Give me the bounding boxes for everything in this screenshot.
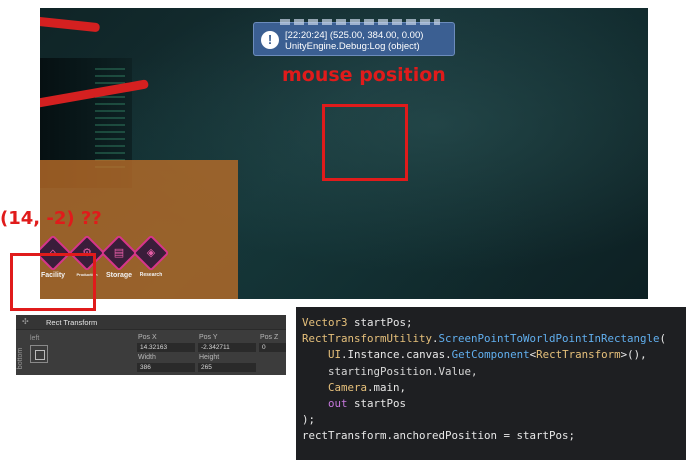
anchor-left-label: left (30, 335, 40, 342)
code-token: UI (328, 348, 342, 362)
code-token: out (328, 397, 348, 411)
mouse-position-label: mouse position (282, 64, 446, 86)
research-icon: ◈ (132, 234, 170, 272)
pos-z-label: Pos Z (260, 334, 279, 341)
code-token: ScreenPointToWorldPointInRectangle (438, 332, 660, 346)
hud-button-research[interactable]: ◈ Research (132, 234, 170, 278)
code-token: main, (373, 380, 407, 394)
code-token: startPos; (347, 316, 413, 329)
anchor-bottom-label: bottom (17, 347, 25, 370)
pos-y-label: Pos Y (199, 334, 218, 341)
pos-x-label: Pos X (138, 334, 157, 341)
code-line: Camera.main, (328, 380, 407, 394)
code-token: RectTransform (536, 348, 621, 362)
hud-label: Research (139, 272, 163, 278)
code-snippet: Vector3 startPos; RectTransformUtility.S… (296, 307, 686, 460)
code-line: out startPos (302, 397, 406, 410)
code-line: Vector3 startPos; (302, 316, 413, 329)
height-label: Height (199, 354, 220, 361)
hud-button-storage[interactable]: ▤ Storage (100, 234, 138, 279)
pos-x-field[interactable]: 14.32163 (137, 343, 195, 352)
width-field[interactable]: 386 (137, 363, 195, 372)
height-field[interactable]: 265 (198, 363, 256, 372)
code-token: anchoredPosition (393, 429, 498, 443)
code-token: startPos (347, 397, 407, 411)
code-token: RectTransformUtility (302, 332, 433, 346)
code-line: UI.Instance.canvas.GetComponent<RectTran… (328, 348, 647, 362)
move-tool-icon: ✣ (22, 317, 29, 326)
code-token: Vector3 (302, 316, 348, 329)
code-token: Camera (328, 380, 368, 394)
previous-log-line (280, 19, 440, 25)
pos-z-field[interactable]: 0 (259, 343, 286, 352)
result-position-box (10, 253, 96, 311)
code-line: rectTransform.anchoredPosition = startPo… (302, 429, 576, 443)
log-line-1: [22:20:24] (525.00, 384.00, 0.00) (285, 30, 424, 41)
code-token: GetComponent (451, 348, 530, 362)
hud-label: Storage (106, 272, 133, 279)
coordinate-question-label: (14, -2) ?? (0, 208, 102, 229)
code-token: Instance (347, 348, 400, 362)
anchor-presets-button[interactable] (30, 345, 48, 363)
info-icon: ! (261, 31, 279, 49)
component-title: Rect Transform (46, 318, 98, 327)
storage-icon: ▤ (100, 234, 138, 272)
log-line-2: UnityEngine.Debug:Log (object) (285, 41, 420, 52)
console-log-text: [22:20:24] (525.00, 384.00, 0.00) UnityE… (285, 30, 423, 52)
code-token: startingPosition.Value, (328, 364, 478, 378)
mouse-position-box (322, 104, 408, 181)
console-log-tooltip: ! [22:20:24] (525.00, 384.00, 0.00) Unit… (253, 19, 455, 56)
code-line: ); (302, 413, 316, 427)
component-header[interactable]: ✣ Rect Transform (16, 315, 286, 330)
code-token: rectTransform (302, 429, 387, 443)
code-line: RectTransformUtility.ScreenPointToWorldP… (302, 332, 667, 346)
width-label: Width (138, 354, 156, 361)
code-token: = startPos; (497, 429, 576, 443)
rect-transform-inspector: ✣ Rect Transform left bottom Pos X Pos Y… (16, 315, 286, 375)
code-line: startingPosition.Value, (302, 365, 478, 378)
pos-y-field[interactable]: -2.342711 (198, 343, 256, 352)
code-token: canvas (406, 348, 446, 362)
